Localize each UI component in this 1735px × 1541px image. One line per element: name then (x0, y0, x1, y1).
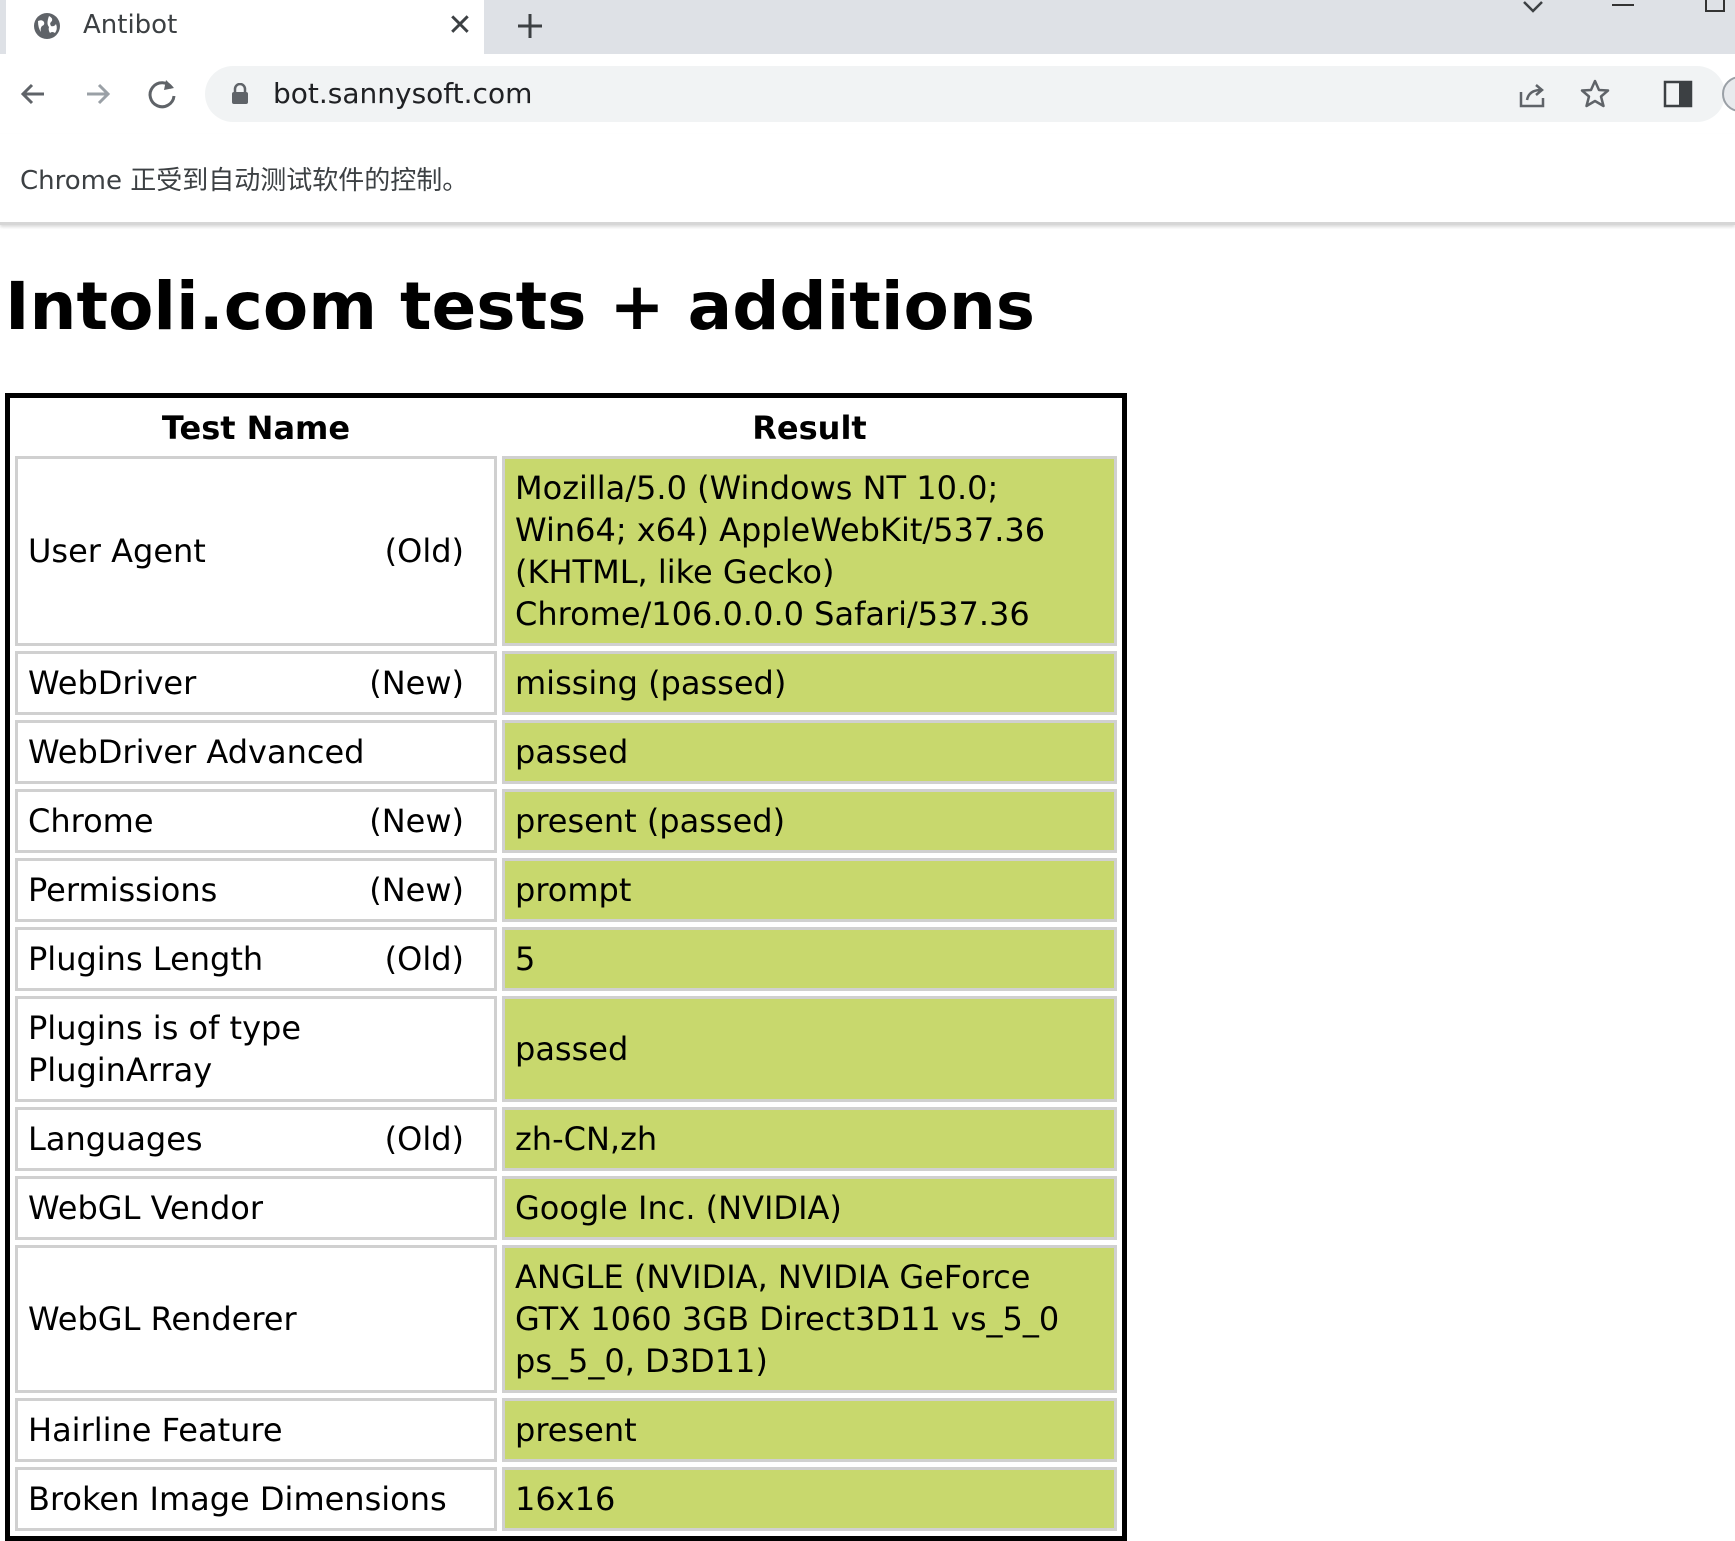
test-result-cell: 5 (502, 927, 1117, 991)
url-text[interactable]: bot.sannysoft.com (273, 77, 532, 110)
test-name-wrap: WebDriver (New) (28, 662, 484, 704)
test-name-label: Plugins Length (28, 940, 264, 978)
page-title: Intoli.com tests + additions (5, 268, 1036, 345)
test-name-cell: Chrome (New) (15, 789, 497, 853)
test-result-cell: passed (502, 720, 1117, 784)
toolbar: bot.sannysoft.com (0, 54, 1735, 135)
lock-icon[interactable] (231, 83, 249, 105)
test-name-wrap: Broken Image Dimensions (28, 1478, 484, 1520)
table-row: WebGL Renderer ANGLE (NVIDIA, NVIDIA GeFo… (15, 1245, 1117, 1393)
test-version-tag: (Old) (384, 532, 464, 570)
test-name-wrap: WebGL Vendor (28, 1187, 484, 1229)
test-name-label: Permissions (28, 871, 218, 909)
test-name-wrap: Hairline Feature (28, 1409, 484, 1451)
test-name-wrap: WebGL Renderer (28, 1298, 484, 1340)
side-panel-icon[interactable] (1663, 79, 1693, 109)
table-row: Hairline Feature present (15, 1398, 1117, 1462)
test-version-tag: (New) (369, 871, 464, 909)
omnibox[interactable]: bot.sannysoft.com (205, 66, 1725, 122)
table-row: Languages (Old) zh-CN,zh (15, 1107, 1117, 1171)
test-name-cell: Hairline Feature (15, 1398, 497, 1462)
test-name-cell: Plugins Length (Old) (15, 927, 497, 991)
test-name-cell: Plugins is of type PluginArray (15, 996, 497, 1102)
forward-arrow-icon[interactable] (77, 74, 117, 114)
table-row: Broken Image Dimensions 16x16 (15, 1467, 1117, 1531)
automation-infobar: Chrome 正受到自动测试软件的控制。 (0, 134, 1735, 225)
table-row: Plugins Length (Old) 5 (15, 927, 1117, 991)
test-result-cell: passed (502, 996, 1117, 1102)
table-body: User Agent (Old) Mozilla/5.0 (Windows NT 1… (15, 456, 1117, 1531)
test-result-cell: missing (passed) (502, 651, 1117, 715)
test-version-tag: (New) (369, 664, 464, 702)
star-icon[interactable] (1578, 77, 1612, 111)
table-row: Permissions (New) prompt (15, 858, 1117, 922)
test-name-label: WebDriver (28, 664, 197, 702)
header-test-name: Test Name (161, 409, 351, 447)
table-header-row: Test Name Result (15, 403, 1117, 451)
test-name-wrap: Plugins is of type PluginArray (28, 1007, 484, 1091)
test-name-label: WebDriver Advanced (28, 733, 365, 771)
test-result-cell: Google Inc. (NVIDIA) (502, 1176, 1117, 1240)
reload-icon[interactable] (142, 74, 182, 114)
test-name-wrap: User Agent (Old) (28, 530, 484, 572)
test-name-cell: WebGL Renderer (15, 1245, 497, 1393)
test-name-label: Hairline Feature (28, 1411, 283, 1449)
test-name-label: User Agent (28, 532, 206, 570)
table-row: Plugins is of type PluginArray passed (15, 996, 1117, 1102)
tab-strip: Antibot ✕ (0, 0, 1735, 54)
tab-title: Antibot (83, 10, 178, 40)
infobar-text: Chrome 正受到自动测试软件的控制。 (20, 166, 469, 196)
test-result-cell: present (passed) (502, 789, 1117, 853)
test-name-wrap: WebDriver Advanced (28, 731, 484, 773)
test-name-label: WebGL Renderer (28, 1300, 297, 1338)
plus-icon[interactable] (512, 8, 548, 44)
test-name-wrap: Chrome (New) (28, 800, 484, 842)
test-name-cell: WebDriver Advanced (15, 720, 497, 784)
test-name-label: Broken Image Dimensions (28, 1480, 447, 1518)
table-row: Chrome (New) present (passed) (15, 789, 1117, 853)
test-name-label: Plugins is of type PluginArray (28, 1009, 302, 1089)
test-name-cell: WebGL Vendor (15, 1176, 497, 1240)
test-result-cell: zh-CN,zh (502, 1107, 1117, 1171)
table-row: User Agent (Old) Mozilla/5.0 (Windows NT 1… (15, 456, 1117, 646)
table-row: WebGL Vendor Google Inc. (NVIDIA) (15, 1176, 1117, 1240)
globe-icon (34, 13, 60, 39)
test-name-cell: User Agent (Old) (15, 456, 497, 646)
results-table: Test Name Result User Agent (Old) Mozilla/… (5, 393, 1127, 1541)
test-result-cell: Mozilla/5.0 (Windows NT 10.0; Win64; x64… (502, 456, 1117, 646)
test-name-wrap: Plugins Length (Old) (28, 938, 484, 980)
header-result: Result (752, 409, 867, 447)
test-name-wrap: Languages (Old) (28, 1118, 484, 1160)
table-row: WebDriver (New) missing (passed) (15, 651, 1117, 715)
test-name-label: WebGL Vendor (28, 1189, 263, 1227)
tab-antibot[interactable]: Antibot ✕ (6, 0, 484, 54)
share-icon[interactable] (1515, 78, 1549, 112)
test-result-cell: ANGLE (NVIDIA, NVIDIA GeForce GTX 1060 3… (502, 1245, 1117, 1393)
test-name-cell: Permissions (New) (15, 858, 497, 922)
test-result-cell: prompt (502, 858, 1117, 922)
back-arrow-icon[interactable] (14, 74, 54, 114)
minimize-icon[interactable] (1612, 4, 1634, 6)
chevron-down-icon[interactable] (1518, 0, 1548, 22)
test-version-tag: (Old) (384, 1120, 464, 1158)
test-name-label: Languages (28, 1120, 203, 1158)
test-name-cell: WebDriver (New) (15, 651, 497, 715)
close-icon[interactable]: ✕ (444, 10, 476, 42)
test-result-cell: present (502, 1398, 1117, 1462)
test-version-tag: (New) (369, 802, 464, 840)
table-row: WebDriver Advanced passed (15, 720, 1117, 784)
test-name-wrap: Permissions (New) (28, 869, 484, 911)
test-version-tag: (Old) (384, 940, 464, 978)
maximize-icon[interactable] (1705, 0, 1725, 12)
test-name-label: Chrome (28, 802, 154, 840)
test-result-cell: 16x16 (502, 1467, 1117, 1531)
test-name-cell: Languages (Old) (15, 1107, 497, 1171)
test-name-cell: Broken Image Dimensions (15, 1467, 497, 1531)
